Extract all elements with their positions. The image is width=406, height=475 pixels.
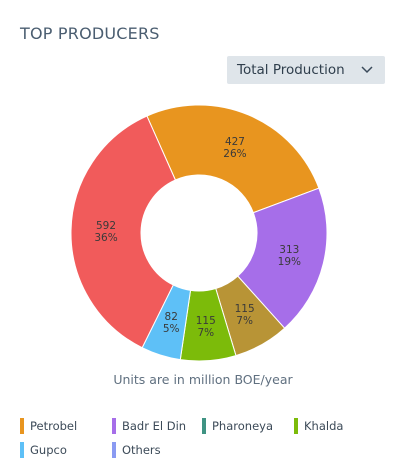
slice-percent-label: 7% (197, 327, 214, 339)
legend-item-gupco[interactable]: Gupco (20, 442, 67, 458)
legend-swatch (20, 418, 24, 434)
legend-label: Pharoneya (212, 419, 273, 433)
page-title: TOP PRODUCERS (20, 24, 160, 43)
production-type-dropdown[interactable]: Total Production (227, 56, 385, 84)
legend-swatch (112, 418, 116, 434)
slice-value-label: 115 (196, 315, 216, 327)
slice-value-label: 592 (96, 220, 116, 232)
legend-label: Khalda (304, 419, 344, 433)
slice-value-label: 115 (235, 303, 255, 315)
legend-swatch (202, 418, 206, 434)
legend-item-petrobel[interactable]: Petrobel (20, 418, 77, 434)
units-note: Units are in million BOE/year (113, 372, 293, 387)
donut-chart: 42726%31319%1157%1157%825%59236% (70, 104, 328, 362)
legend-label: Gupco (30, 443, 67, 457)
legend-swatch (294, 418, 298, 434)
legend-item-khalda[interactable]: Khalda (294, 418, 343, 434)
slice-value-label: 82 (165, 311, 178, 323)
chevron-down-icon (361, 66, 373, 74)
donut-slice-others[interactable] (70, 115, 177, 349)
legend-label: Badr El Din (122, 419, 187, 433)
slice-percent-label: 5% (163, 323, 180, 335)
legend-item-badr-el-din[interactable]: Badr El Din (112, 418, 186, 434)
slice-percent-label: 26% (223, 148, 246, 160)
legend-label: Others (122, 443, 161, 457)
slice-value-label: 427 (225, 136, 245, 148)
slice-percent-label: 7% (236, 315, 253, 327)
slice-value-label: 313 (279, 244, 299, 256)
legend-swatch (112, 442, 116, 458)
slice-percent-label: 19% (278, 256, 301, 268)
dropdown-selected-value: Total Production (237, 62, 345, 78)
slice-percent-label: 36% (94, 232, 117, 244)
legend-item-pharoneya[interactable]: Pharoneya (202, 418, 273, 434)
legend-label: Petrobel (30, 419, 78, 433)
legend-swatch (20, 442, 24, 458)
legend-item-others[interactable]: Others (112, 442, 161, 458)
